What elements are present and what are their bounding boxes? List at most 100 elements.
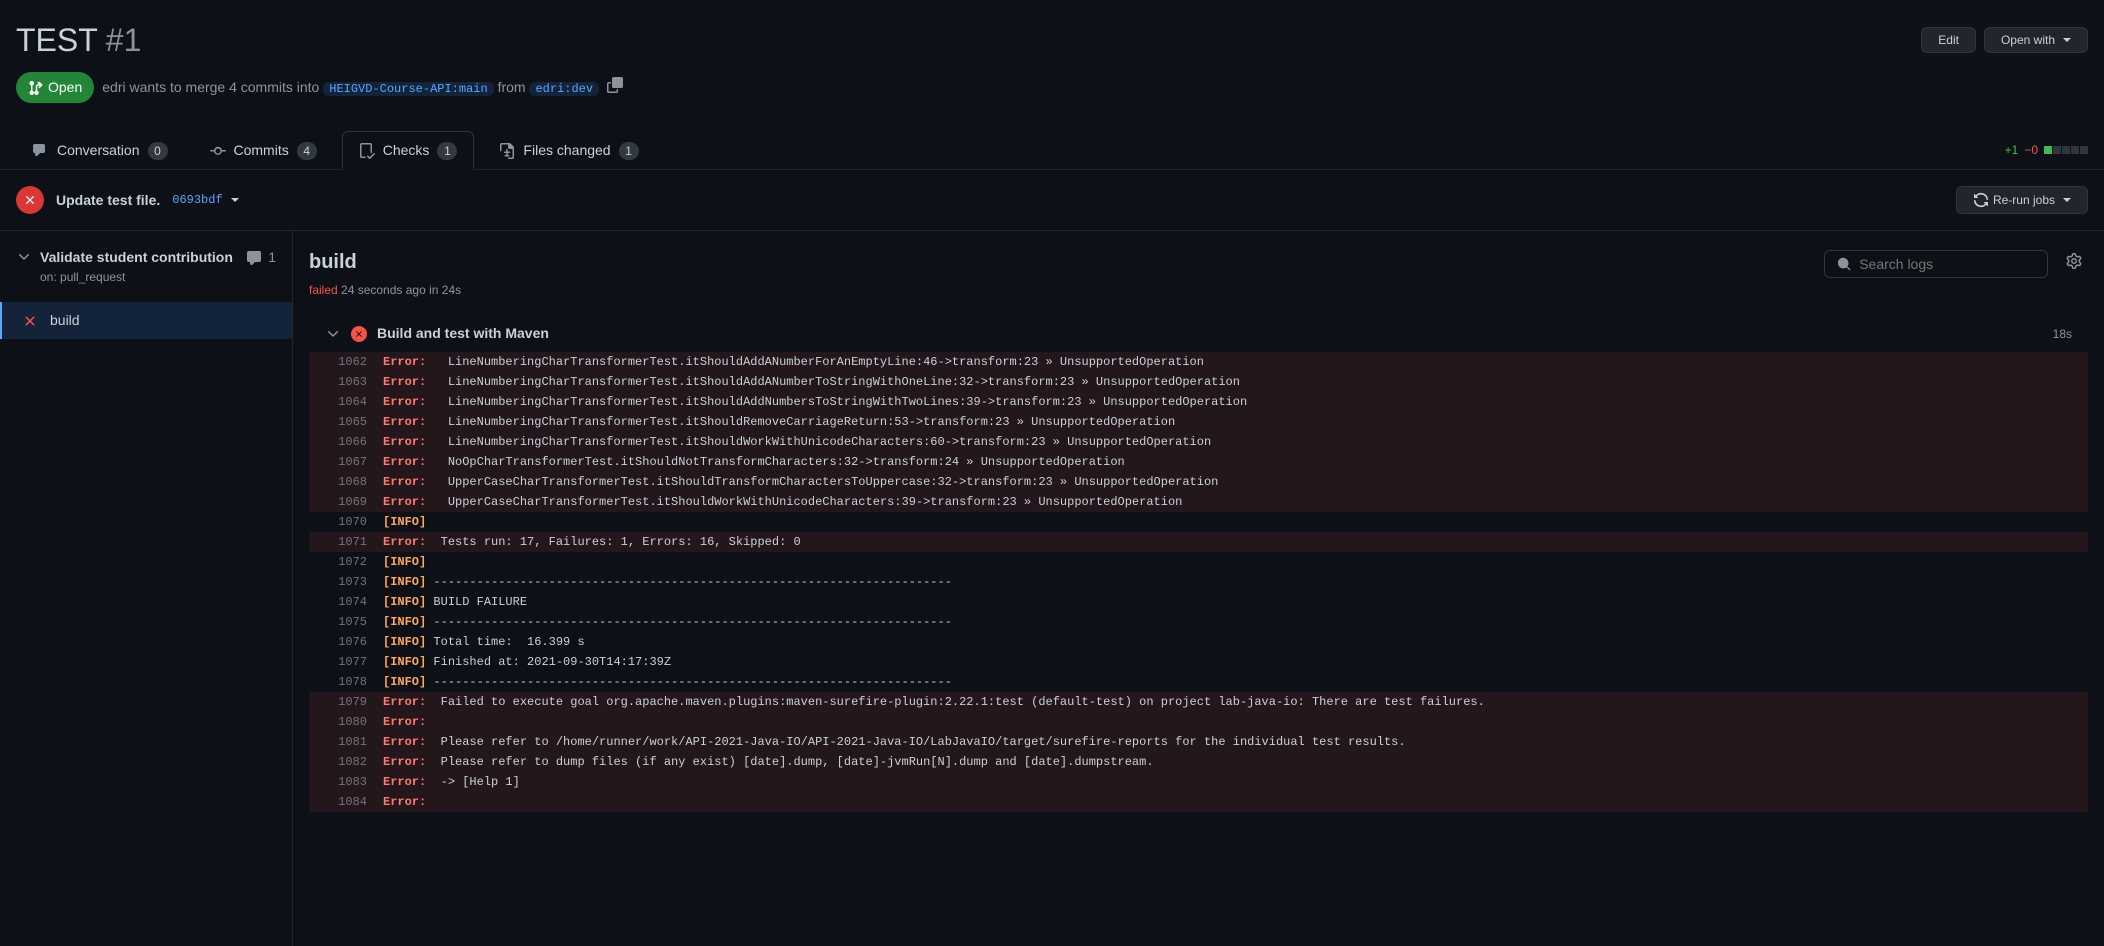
checks-count: 1 (437, 142, 457, 160)
log-line-number[interactable]: 1068 (325, 472, 367, 492)
diff-stat: +1 −0 (2005, 141, 2088, 159)
sidebar-job-build[interactable]: build (0, 302, 292, 339)
log-line-content: Error: UpperCaseCharTransformerTest.itSh… (383, 472, 1218, 492)
open-with-button[interactable]: Open with (1984, 27, 2088, 53)
tab-files[interactable]: Files changed 1 (482, 131, 655, 170)
log-line-content: Error: UpperCaseCharTransformerTest.itSh… (383, 492, 1182, 512)
log-line: 1062 Error: LineNumberingCharTransformerT… (309, 352, 2088, 372)
log-line-number[interactable]: 1070 (325, 512, 367, 532)
conversation-count: 0 (148, 142, 168, 160)
log-line-number[interactable]: 1076 (325, 632, 367, 652)
log-line-number[interactable]: 1082 (325, 752, 367, 772)
log-line-number[interactable]: 1074 (325, 592, 367, 612)
log-line-content: Error: Tests run: 17, Failures: 1, Error… (383, 532, 801, 552)
chevron-down-icon (2063, 38, 2071, 42)
diff-additions: +1 (2005, 141, 2019, 159)
log-line-number[interactable]: 1077 (325, 652, 367, 672)
log-line-number[interactable]: 1075 (325, 612, 367, 632)
log-line: 1069 Error: UpperCaseCharTransformerTest.… (309, 492, 2088, 512)
search-logs-box[interactable] (1824, 250, 2048, 278)
log-line: 1072 [INFO] (309, 552, 2088, 572)
log-line: 1063Error: LineNumberingCharTransformerT… (309, 372, 2088, 392)
chevron-down-icon[interactable] (16, 247, 32, 271)
log-line-number[interactable]: 1081 (325, 732, 367, 752)
job-title: build (309, 247, 461, 277)
pr-meta-text: edri wants to merge 4 commits into HEIGV… (102, 77, 599, 98)
log-line: 1066 Error: LineNumberingCharTransformerT… (309, 432, 2088, 452)
commits-count: 4 (297, 142, 317, 160)
log-line: 1065Error: LineNumberingCharTransformerT… (309, 412, 2088, 432)
log-line-number[interactable]: 1084 (325, 792, 367, 812)
comment-discussion-icon (33, 143, 49, 159)
log-line-number[interactable]: 1065 (325, 412, 367, 432)
log-line-number[interactable]: 1080 (325, 712, 367, 732)
log-line-number[interactable]: 1063 (325, 372, 367, 392)
gear-icon[interactable] (2060, 247, 2088, 281)
log-line: 1080 Error: (309, 712, 2088, 732)
pr-state-badge: Open (16, 72, 94, 103)
log-line-content: Error: LineNumberingCharTransformerTest.… (383, 352, 1204, 372)
log-line-content: [INFO] (383, 552, 426, 572)
copy-icon[interactable] (607, 77, 623, 99)
log-line-number[interactable]: 1067 (325, 452, 367, 472)
log-line-number[interactable]: 1071 (325, 532, 367, 552)
pr-author[interactable]: edri (102, 79, 125, 95)
log-line: 1070[INFO] (309, 512, 2088, 532)
tab-conversation[interactable]: Conversation 0 (16, 131, 185, 170)
workflow-name[interactable]: Validate student contribution (40, 247, 233, 268)
log-line-content: Error: Please refer to dump files (if an… (383, 752, 1154, 772)
log-line-content: Error: (383, 712, 441, 732)
tab-checks[interactable]: Checks 1 (342, 131, 475, 170)
log-line: 1068 Error: UpperCaseCharTransformerTest.… (309, 472, 2088, 492)
log-line-number[interactable]: 1073 (325, 572, 367, 592)
log-line-number[interactable]: 1079 (325, 692, 367, 712)
search-icon (1837, 256, 1851, 272)
log-line-number[interactable]: 1083 (325, 772, 367, 792)
log-line-content: Error: LineNumberingCharTransformerTest.… (383, 432, 1211, 452)
edit-button[interactable]: Edit (1921, 27, 1976, 53)
step-header[interactable]: Build and test with Maven 18s (309, 315, 2088, 352)
diff-blocks-icon (2044, 146, 2088, 154)
x-circle-icon (22, 313, 38, 329)
log-line: 1067 Error: NoOpCharTransformerTest.itSho… (309, 452, 2088, 472)
rerun-jobs-button[interactable]: Re-run jobs (1956, 186, 2088, 214)
checklist-icon (359, 143, 375, 159)
log-line-number[interactable]: 1066 (325, 432, 367, 452)
files-count: 1 (619, 142, 639, 160)
chevron-down-icon (2063, 198, 2071, 202)
pr-number: #1 (106, 16, 142, 64)
head-branch[interactable]: edri:dev (529, 82, 599, 96)
tab-commits[interactable]: Commits 4 (193, 131, 334, 170)
log-line: 1077[INFO] Finished at: 2021-09-30T14:17… (309, 652, 2088, 672)
log-line: 1078 [INFO] -----------------------------… (309, 672, 2088, 692)
log-line-number[interactable]: 1064 (325, 392, 367, 412)
log-line: 1073 [INFO] -----------------------------… (309, 572, 2088, 592)
commit-sha-link[interactable]: 0693bdf (172, 191, 238, 209)
base-branch[interactable]: HEIGVD-Course-API:main (323, 82, 493, 96)
log-line-number[interactable]: 1062 (325, 352, 367, 372)
log-line: 1064Error: LineNumberingCharTransformerT… (309, 392, 2088, 412)
x-circle-fill-icon (351, 326, 367, 342)
log-line-number[interactable]: 1069 (325, 492, 367, 512)
log-line: 1076 [INFO] Total time: 16.399 s (309, 632, 2088, 652)
comment-icon (246, 250, 262, 266)
search-logs-input[interactable] (1859, 256, 2035, 272)
log-line-number[interactable]: 1072 (325, 552, 367, 572)
log-line-content: [INFO] ---------------------------------… (383, 672, 952, 692)
log-line-content: Error: Please refer to /home/runner/work… (383, 732, 1406, 752)
diff-deletions: −0 (2024, 141, 2038, 159)
log-line-content: Error: NoOpCharTransformerTest.itShouldN… (383, 452, 1125, 472)
log-line: 1071 Error: Tests run: 17, Failures: 1, E… (309, 532, 2088, 552)
job-meta: failed 24 seconds ago in 24s (309, 281, 461, 299)
sidebar-job-label: build (50, 310, 80, 331)
log-line-content: [INFO] ---------------------------------… (383, 572, 952, 592)
annotations-button[interactable]: 1 (246, 247, 276, 268)
log-line: 1081 Error: Please refer to /home/runner/… (309, 732, 2088, 752)
log-line-content: [INFO] Total time: 16.399 s (383, 632, 585, 652)
chevron-down-icon (231, 198, 239, 202)
file-diff-icon (499, 143, 515, 159)
chevron-down-icon (325, 326, 341, 342)
log-line-number[interactable]: 1078 (325, 672, 367, 692)
log-line-content: Error: -> [Help 1] (383, 772, 520, 792)
pr-title: TEST #1 (16, 16, 141, 64)
